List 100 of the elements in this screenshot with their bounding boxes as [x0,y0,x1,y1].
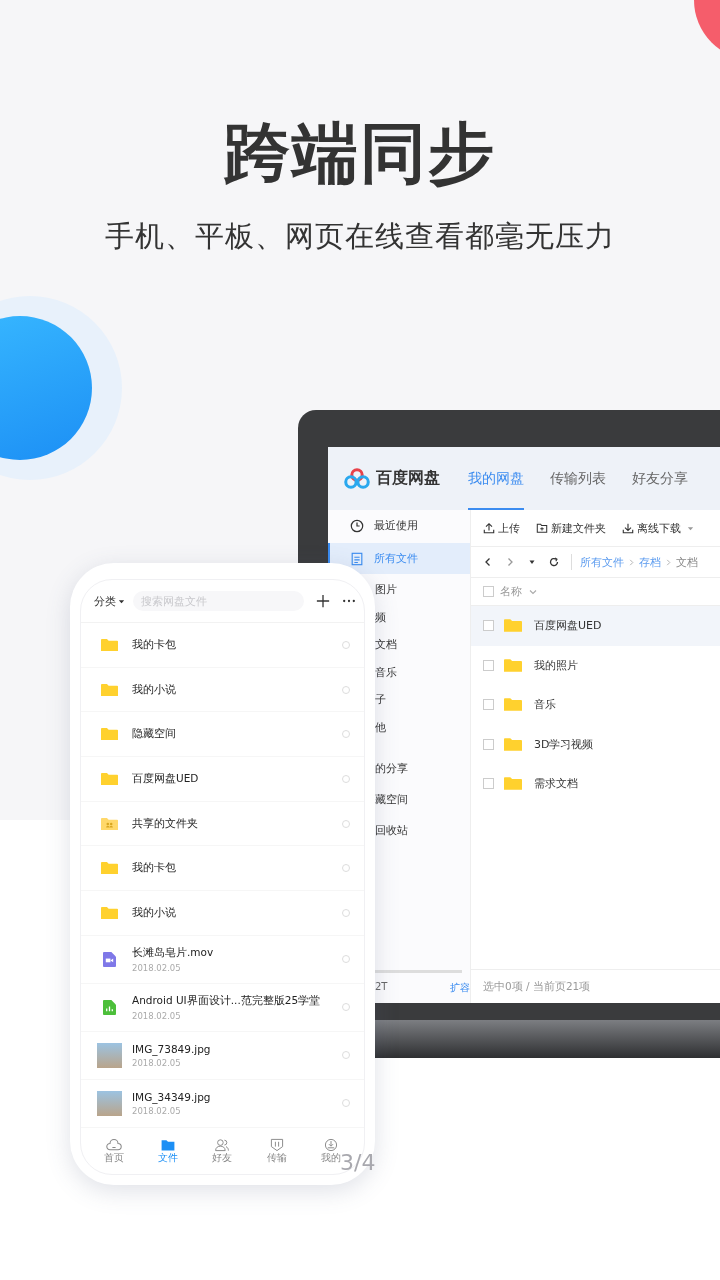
file-name: 百度网盘UED [132,771,200,786]
folder-icon [504,776,522,792]
folder-icon [101,637,118,652]
file-name: IMG_34349.jpg [132,1090,212,1103]
file-row[interactable]: IMG_34349.jpg 2018.02.05 [81,1079,364,1128]
toolbar-button[interactable]: 新建文件夹 [536,518,606,538]
refresh-icon[interactable] [549,557,559,567]
folder-icon [101,682,118,697]
shared-folder-icon [101,816,118,831]
sidebar-item[interactable]: 文档 [375,631,470,659]
file-name: IMG_73849.jpg [132,1042,212,1055]
selection-status: 选中0项 / 当前页21项 [483,979,591,994]
file-date: 2018.02.05 [132,1010,182,1021]
folder-icon [504,618,522,634]
sidebar-item[interactable]: 他 [375,713,470,741]
file-row[interactable]: 长滩岛皂片.mov 2018.02.05 [81,935,364,984]
file-name: 需求文档 [534,776,578,792]
folder-icon [504,697,522,713]
cloud-icon [106,1138,123,1152]
file-date: 2018.02.05 [132,1057,182,1068]
tab[interactable]: 传输列表 [550,447,606,510]
folder-icon [160,1138,177,1152]
folder-icon [101,905,118,920]
file-row[interactable]: 3D学习视频 [471,724,720,764]
file-date: 2018.02.05 [132,1105,182,1116]
file-row[interactable]: 共享的文件夹 [81,801,364,847]
file-row[interactable]: 百度网盘UED [471,606,720,646]
file-name: 隐藏空间 [132,727,177,742]
sidebar-item[interactable]: 藏空间 [375,784,470,815]
chevron-right-icon [628,558,635,566]
photo-placeholder [97,1042,122,1068]
storage-text: 2T [375,981,388,992]
video-file-icon [103,951,116,967]
file-row[interactable]: 百度网盘UED [81,757,364,802]
download-icon [622,522,634,534]
file-name: 我的照片 [534,657,578,673]
sidebar-item[interactable]: 频 [375,603,470,631]
breadcrumb-item[interactable]: 文档 [676,554,698,570]
folder-icon [101,727,118,742]
file-row[interactable]: 我的小说 [81,891,364,936]
upload-icon [483,522,495,534]
folder-icon [504,736,522,752]
checkbox[interactable] [483,738,494,750]
checkbox[interactable] [483,699,494,711]
folder-icon [504,657,522,673]
nav-tab[interactable]: 好友 [212,1138,233,1164]
file-date: 2018.02.05 [132,962,182,973]
cloud-logo-icon [344,468,370,489]
checkbox[interactable] [483,586,494,597]
toolbar-button[interactable]: 上传 [483,518,520,538]
file-row[interactable]: 音乐 [471,685,720,725]
checkbox[interactable] [483,620,494,632]
file-row[interactable]: 我的卡包 [81,846,364,892]
file-name: 音乐 [534,697,556,713]
checkbox[interactable] [483,778,494,790]
file-row[interactable]: 需求文档 [471,764,720,804]
sidebar-item[interactable]: 子 [375,686,470,714]
caret-icon [118,597,125,605]
sidebar-item[interactable]: 音乐 [375,658,470,686]
nav-tab[interactable]: 我的 [320,1138,341,1164]
nav-tab[interactable]: 传输 [266,1138,287,1164]
file-row[interactable]: IMG_73849.jpg 2018.02.05 [81,1031,364,1080]
file-row[interactable]: 我的小说 [81,667,364,713]
document-icon [350,551,364,566]
file-row[interactable]: 我的卡包 [81,623,364,668]
caret-icon [687,524,694,532]
expand-link[interactable]: 扩容 [450,981,470,995]
toolbar-button[interactable]: 离线下载 [622,518,694,538]
headline: 跨端同步 [224,118,496,191]
subheadline: 手机、平板、网页在线查看都毫无压力 [105,217,615,255]
file-name: 百度网盘UED [534,618,602,634]
people-icon [214,1138,231,1152]
sidebar-item[interactable]: 最近使用 [328,510,470,541]
file-name: Android UI界面设计...范完整版25学堂 [132,993,322,1008]
file-row[interactable]: Android UI界面设计...范完整版25学堂 2018.02.05 [81,983,364,1032]
file-name: 长滩岛皂片.mov [132,945,215,960]
file-name: 3D学习视频 [534,736,594,752]
new-folder-icon [536,522,548,534]
tab[interactable]: 好友分享 [632,447,688,510]
file-name: 我的卡包 [132,637,177,652]
brand-name: 百度网盘 [376,468,440,489]
nav-tab[interactable]: 首页 [104,1138,125,1164]
sidebar-item[interactable]: 的分享 [375,753,470,784]
page-indicator: 3/4 [340,1150,376,1175]
clock-icon [350,518,364,533]
chevron-right-icon [665,558,672,566]
file-row[interactable]: 我的照片 [471,645,720,685]
file-name: 我的卡包 [132,861,177,876]
category-dropdown[interactable]: 分类 [94,593,125,609]
file-row[interactable]: 隐藏空间 [81,712,364,758]
sidebar-item[interactable]: 回收站 [375,815,470,846]
plus-icon[interactable] [316,594,330,608]
folder-icon [101,861,118,876]
nav-tab[interactable]: 文件 [158,1138,179,1164]
file-name: 共享的文件夹 [132,816,199,831]
chart-file-icon [103,999,116,1015]
checkbox[interactable] [483,659,494,671]
sidebar-item[interactable]: 图片 [375,576,470,604]
folder-icon [101,771,118,786]
file-name: 我的小说 [132,682,177,697]
